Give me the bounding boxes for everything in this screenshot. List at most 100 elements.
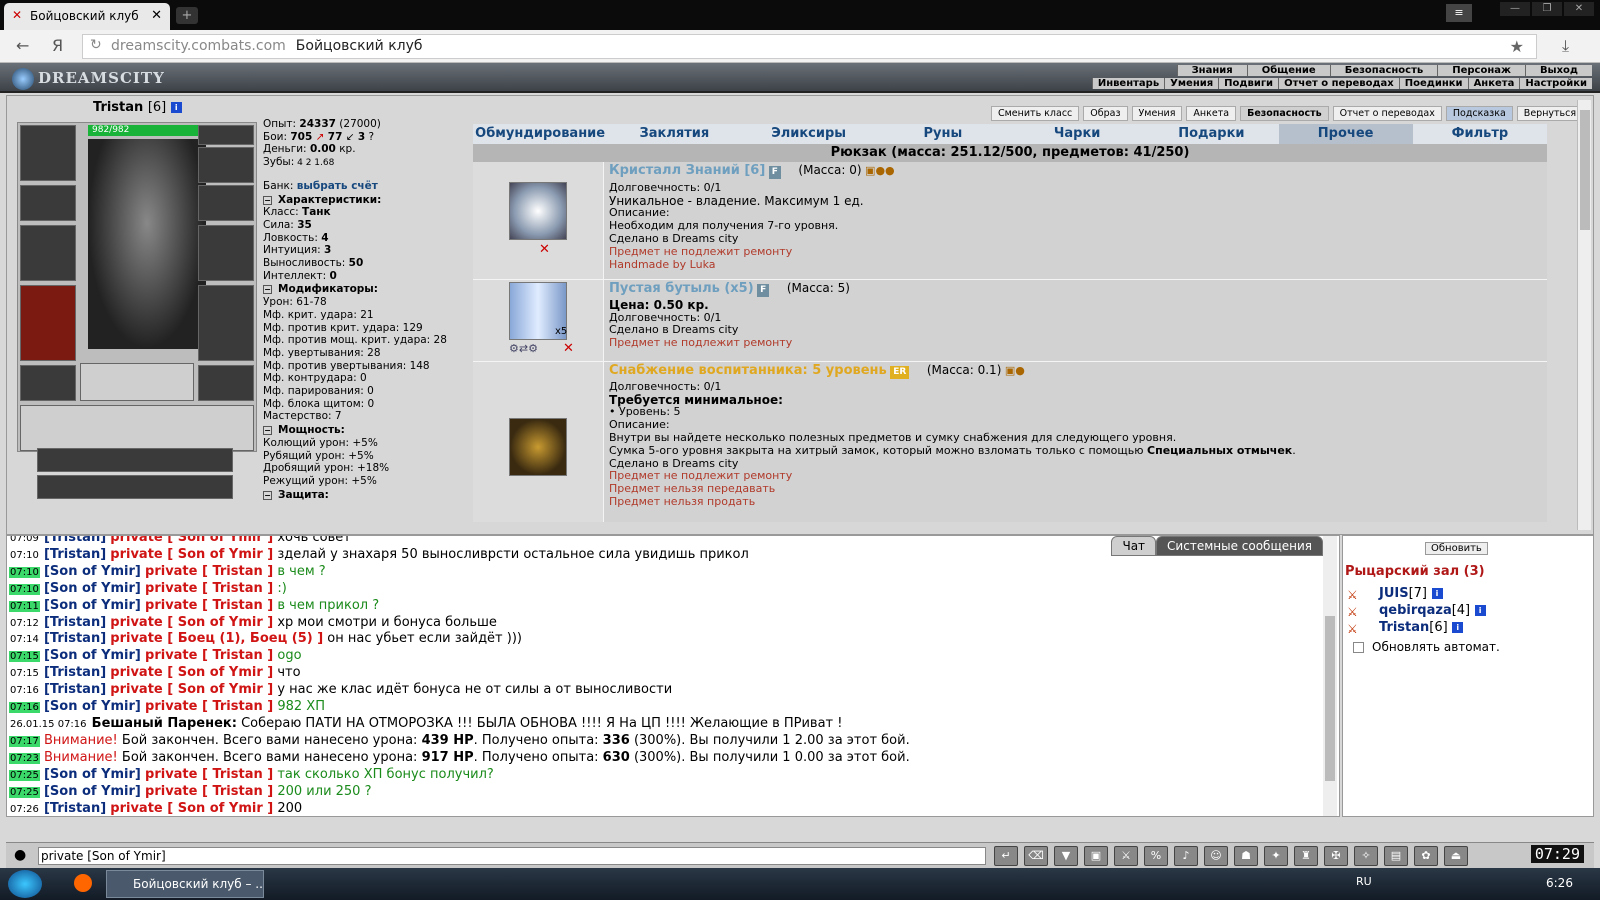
chat-input[interactable]: private [Son of Ymir]: [38, 847, 986, 865]
url-field[interactable]: ↻ dreamscity.combats.com Бойцовский клуб …: [82, 34, 1537, 59]
chat-nick[interactable]: [Tristan]: [44, 665, 106, 680]
submenu-transfers[interactable]: Отчет о переводах: [1278, 78, 1399, 89]
fight-icon[interactable]: ⚔: [1114, 846, 1138, 866]
modifiers-header[interactable]: − Модификаторы:: [263, 283, 473, 296]
tab-other[interactable]: Прочее: [1278, 124, 1413, 144]
info-icon[interactable]: i: [170, 102, 182, 113]
filter-icon[interactable]: ▼: [1054, 846, 1078, 866]
shield-slot[interactable]: [198, 225, 254, 281]
chat-nick[interactable]: [Tristan]: [44, 682, 106, 697]
rings-slots[interactable]: [80, 363, 194, 401]
chat-nick[interactable]: [Tristan]: [44, 547, 106, 562]
quick-slot-row-1[interactable]: [37, 448, 233, 472]
tab-gifts[interactable]: Подарки: [1144, 124, 1278, 144]
chat-nick[interactable]: [Son of Ymir]: [44, 598, 141, 613]
sword-icon[interactable]: ✠: [1324, 846, 1348, 866]
menu-security[interactable]: Безопасность: [1329, 65, 1438, 76]
boots-slot[interactable]: [198, 365, 254, 401]
item-actions-icons[interactable]: ⚙⇄⚙: [509, 342, 538, 355]
send-icon[interactable]: ↵: [994, 846, 1018, 866]
back-icon[interactable]: ←: [16, 36, 29, 55]
chat-nick[interactable]: [Son of Ymir]: [44, 767, 141, 782]
belt-slot[interactable]: [20, 365, 76, 401]
chat-nick[interactable]: [Tristan]: [44, 536, 106, 545]
tab-charms[interactable]: Чарки: [1010, 124, 1144, 144]
chat-nick[interactable]: [Son of Ymir]: [44, 564, 141, 579]
download-icon[interactable]: ⤓: [1562, 36, 1569, 56]
tab-chat[interactable]: Чат: [1111, 536, 1157, 556]
yandex-icon[interactable]: Я: [52, 36, 63, 55]
chat-nick[interactable]: [Son of Ymir]: [44, 784, 141, 799]
clear-icon[interactable]: ⌫: [1024, 846, 1048, 866]
taskbar-task[interactable]: Бойцовский клуб – ...: [106, 870, 264, 898]
menu-exit[interactable]: Выход: [1524, 65, 1592, 76]
return-button[interactable]: Вернуться: [1516, 106, 1584, 121]
translit-icon[interactable]: %: [1144, 846, 1168, 866]
close-window-button[interactable]: ✕: [1564, 2, 1594, 16]
language-indicator[interactable]: RU: [1356, 875, 1372, 888]
chat-nick[interactable]: Бешаный Паренек:: [92, 716, 237, 731]
menu-knowledge[interactable]: Знания: [1176, 65, 1247, 76]
save-icon[interactable]: ▣: [1084, 846, 1108, 866]
chat-nick[interactable]: [Tristan]: [44, 801, 106, 816]
hint-button[interactable]: Подсказка: [1445, 106, 1513, 121]
submenu-fights[interactable]: Поединки: [1398, 78, 1468, 89]
armor-slot[interactable]: [20, 285, 76, 361]
quick-slot-row-2[interactable]: [37, 475, 233, 499]
paw-icon[interactable]: ✿: [1414, 846, 1438, 866]
chat-nick[interactable]: [Tristan]: [44, 631, 106, 646]
tab-spells[interactable]: Заклятия: [607, 124, 741, 144]
bookmark-star-icon[interactable]: ★: [1510, 37, 1524, 56]
book-icon[interactable]: ▤: [1384, 846, 1408, 866]
defense-header[interactable]: − Защита:: [263, 489, 473, 502]
chat-nick[interactable]: [Son of Ymir]: [44, 699, 141, 714]
menu-communication[interactable]: Общение: [1246, 65, 1330, 76]
browser-tab[interactable]: ✕ Бойцовский клуб ✕: [4, 3, 170, 30]
start-button[interactable]: [8, 870, 42, 898]
monster-icon[interactable]: ☗: [1234, 846, 1258, 866]
sound-icon[interactable]: ♪: [1174, 846, 1198, 866]
skills-button[interactable]: Умения: [1131, 106, 1183, 121]
item-name[interactable]: Пустая бутыль (x5): [609, 281, 754, 296]
change-class-button[interactable]: Сменить класс: [991, 106, 1080, 121]
close-tab-icon[interactable]: ✕: [151, 8, 162, 23]
submenu-settings[interactable]: Настройки: [1519, 78, 1592, 89]
chat-nick[interactable]: [Tristan]: [44, 615, 106, 630]
security-button[interactable]: Безопасность: [1240, 106, 1329, 121]
tab-system-messages[interactable]: Системные сообщения: [1156, 536, 1323, 556]
image-button[interactable]: Образ: [1083, 106, 1128, 121]
delete-icon[interactable]: ✕: [563, 341, 574, 356]
weapon-slot[interactable]: [20, 225, 76, 281]
earrings-slot[interactable]: [198, 125, 254, 145]
auto-refresh-checkbox[interactable]: Обновлять автомат.: [1353, 640, 1500, 654]
room-user[interactable]: Tristan[6] i: [1379, 620, 1464, 635]
item-name[interactable]: Снабжение воспитанника: 5 уровень: [609, 363, 887, 378]
submenu-skills[interactable]: Умения: [1164, 78, 1219, 89]
profile-button[interactable]: Анкета: [1186, 106, 1237, 121]
item-name[interactable]: Кристалл Знаний [6]: [609, 163, 765, 178]
amulet-slot[interactable]: [198, 147, 254, 183]
belt-pockets[interactable]: [20, 405, 254, 451]
transfers-button[interactable]: Отчет о переводах: [1332, 106, 1442, 121]
exit-icon[interactable]: ⏏: [1444, 846, 1468, 866]
room-user[interactable]: JUIS[7] i: [1379, 586, 1443, 601]
chat-nick[interactable]: [Son of Ymir]: [44, 581, 141, 596]
legs-slot[interactable]: [198, 285, 254, 361]
chat-mode-icon[interactable]: ●: [14, 847, 26, 863]
delete-icon[interactable]: ✕: [539, 242, 550, 257]
submenu-inventory[interactable]: Инвентарь: [1091, 78, 1165, 89]
characteristics-header[interactable]: − Характеристики:: [263, 194, 473, 207]
lock-icon[interactable]: ♜: [1294, 846, 1318, 866]
browser-menu-icon[interactable]: ≡: [1446, 4, 1472, 22]
bank-link[interactable]: выбрать счёт: [297, 180, 378, 192]
submenu-profile[interactable]: Анкета: [1467, 78, 1520, 89]
tab-runes[interactable]: Руны: [876, 124, 1010, 144]
reload-icon[interactable]: ↻: [90, 37, 102, 53]
tab-filter[interactable]: Фильтр: [1413, 124, 1547, 144]
tool-icon[interactable]: ✦: [1264, 846, 1288, 866]
refresh-button[interactable]: Обновить: [1425, 542, 1488, 555]
chat-nick[interactable]: [Son of Ymir]: [44, 648, 141, 663]
gloves-slot[interactable]: [198, 185, 254, 221]
minimize-button[interactable]: —: [1500, 2, 1530, 16]
helmet-slot[interactable]: [20, 125, 76, 181]
